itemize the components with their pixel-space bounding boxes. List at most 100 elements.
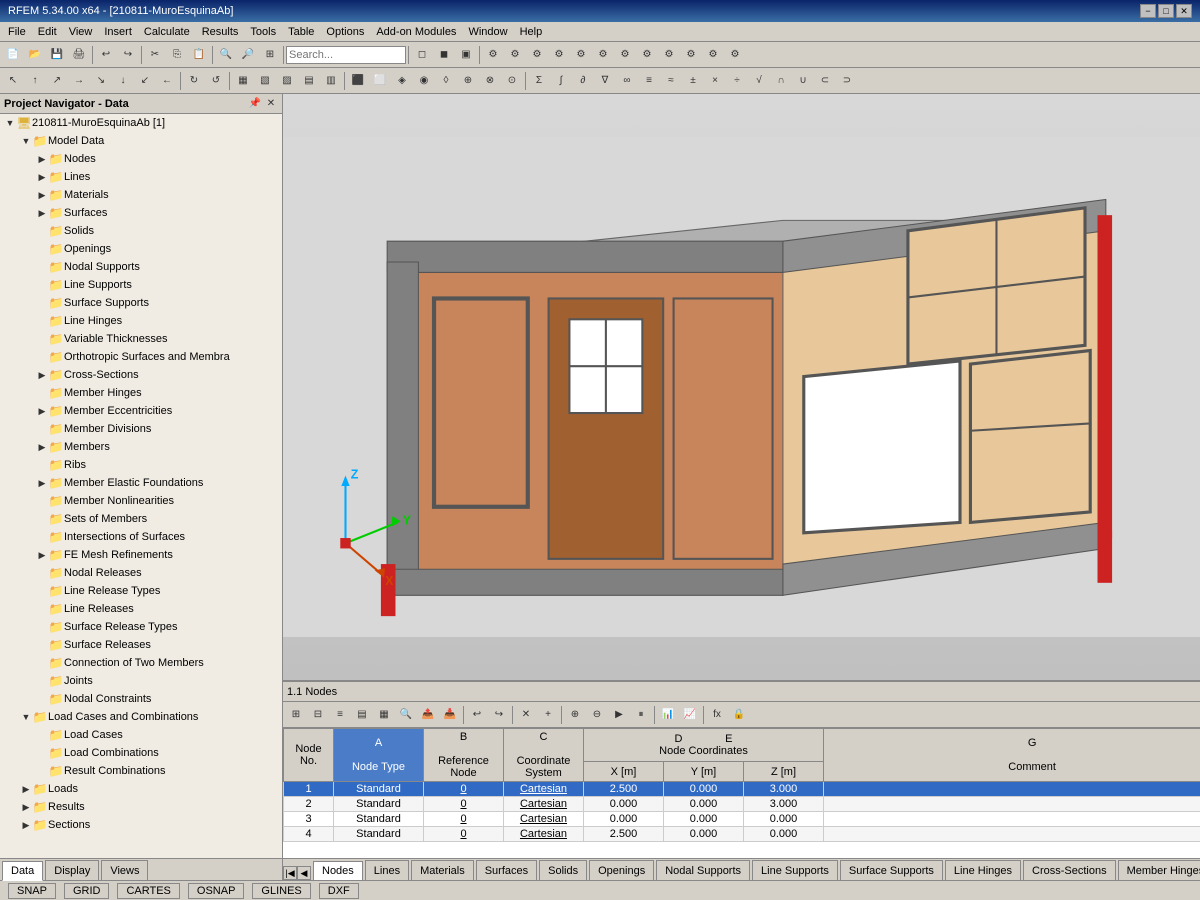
tb2-rotate2[interactable]: ↺ (205, 70, 227, 92)
viewport-3d[interactable]: Z Y X (283, 94, 1200, 680)
tb2-d8[interactable]: ⊙ (501, 70, 523, 92)
tb-b7[interactable]: ⚙ (614, 44, 636, 66)
tree-members[interactable]: ▶ 📁 Members (0, 438, 282, 456)
tree-ribs[interactable]: 📁 Ribs (0, 456, 282, 474)
tb2-b7[interactable]: ↙ (134, 70, 156, 92)
tt-b19[interactable]: fx (706, 704, 728, 726)
tb2-e5[interactable]: ∞ (616, 70, 638, 92)
tt-b2[interactable]: ⊟ (307, 704, 329, 726)
tb2-d3[interactable]: ◈ (391, 70, 413, 92)
tb-b11[interactable]: ⚙ (702, 44, 724, 66)
tt-b6[interactable]: 🔍 (395, 704, 417, 726)
status-osnap[interactable]: OSNAP (188, 883, 245, 899)
tree-openings[interactable]: 📁 Openings (0, 240, 282, 258)
tb-b4[interactable]: ⚙ (548, 44, 570, 66)
tt-b20[interactable]: 🔒 (728, 704, 750, 726)
tree-line-supports[interactable]: 📁 Line Supports (0, 276, 282, 294)
tb-open[interactable]: 📂 (24, 44, 46, 66)
tree-member-eccentricities[interactable]: ▶ 📁 Member Eccentricities (0, 402, 282, 420)
tree-line-releases[interactable]: 📁 Line Releases (0, 600, 282, 618)
tree-load-combos[interactable]: 📁 Load Combinations (0, 744, 282, 762)
menu-tools[interactable]: Tools (244, 24, 282, 40)
tree-connection-two-members[interactable]: 📁 Connection of Two Members (0, 654, 282, 672)
menu-edit[interactable]: Edit (32, 24, 63, 40)
tb-save[interactable]: 💾 (46, 44, 68, 66)
tab-views[interactable]: Views (101, 860, 148, 880)
tab-member-hinges[interactable]: Member Hinges (1118, 860, 1200, 880)
menu-view[interactable]: View (63, 24, 99, 40)
tree-root[interactable]: ▼ 🖥 210811-MuroEsquinaAb [1] (0, 114, 282, 132)
tb-b5[interactable]: ⚙ (570, 44, 592, 66)
tb-redo[interactable]: ↪ (117, 44, 139, 66)
tb-cut[interactable]: ✂ (144, 44, 166, 66)
tree-variable-thickness[interactable]: 📁 Variable Thicknesses (0, 330, 282, 348)
tb2-d7[interactable]: ⊗ (479, 70, 501, 92)
tab-nav-prev[interactable]: ◀ (297, 866, 311, 880)
tree-member-hinges[interactable]: 📁 Member Hinges (0, 384, 282, 402)
tt-b17[interactable]: 📊 (657, 704, 679, 726)
tb2-b3[interactable]: ↗ (46, 70, 68, 92)
tb2-e11[interactable]: √ (748, 70, 770, 92)
nav-pin-button[interactable]: 📌 (248, 97, 262, 111)
tree-joints[interactable]: 📁 Joints (0, 672, 282, 690)
tt-b3[interactable]: ≡ (329, 704, 351, 726)
tb2-b2[interactable]: ↑ (24, 70, 46, 92)
tt-b8[interactable]: 📥 (439, 704, 461, 726)
tb-zoom-in[interactable]: 🔍 (215, 44, 237, 66)
tb-view1[interactable]: ◻ (411, 44, 433, 66)
tb2-c3[interactable]: ▨ (276, 70, 298, 92)
tb-b2[interactable]: ⚙ (504, 44, 526, 66)
search-input[interactable] (286, 46, 406, 64)
tb2-e6[interactable]: ≡ (638, 70, 660, 92)
menu-help[interactable]: Help (514, 24, 549, 40)
tb2-c5[interactable]: ▥ (320, 70, 342, 92)
menu-results[interactable]: Results (196, 24, 245, 40)
tb2-e1[interactable]: Σ (528, 70, 550, 92)
tb2-e15[interactable]: ⊃ (836, 70, 858, 92)
tb2-e2[interactable]: ∫ (550, 70, 572, 92)
tb-print[interactable]: 🖨 (68, 44, 90, 66)
tb2-rotate1[interactable]: ↻ (183, 70, 205, 92)
tree-result-combos[interactable]: 📁 Result Combinations (0, 762, 282, 780)
tb2-b1[interactable]: ↖ (2, 70, 24, 92)
tree-surface-release-types[interactable]: 📁 Surface Release Types (0, 618, 282, 636)
tree-materials[interactable]: ▶ 📁 Materials (0, 186, 282, 204)
tab-display[interactable]: Display (45, 860, 99, 880)
tb2-e9[interactable]: × (704, 70, 726, 92)
tb2-c1[interactable]: ▦ (232, 70, 254, 92)
maximize-button[interactable]: □ (1158, 4, 1174, 18)
table-row[interactable]: 2 Standard 0 Cartesian 0.000 0.000 3.000 (284, 797, 1200, 812)
tb-undo[interactable]: ↩ (95, 44, 117, 66)
tree-model-data[interactable]: ▼ 📁 Model Data (0, 132, 282, 150)
tree-load-cases-combo[interactable]: ▼ 📁 Load Cases and Combinations (0, 708, 282, 726)
tt-b7[interactable]: 📤 (417, 704, 439, 726)
table-row[interactable]: 3 Standard 0 Cartesian 0.000 0.000 0.000 (284, 812, 1200, 827)
tree-member-divisions[interactable]: 📁 Member Divisions (0, 420, 282, 438)
tree-nodal-releases[interactable]: 📁 Nodal Releases (0, 564, 282, 582)
menu-window[interactable]: Window (462, 24, 513, 40)
tb2-c2[interactable]: ▧ (254, 70, 276, 92)
tt-b9[interactable]: ↩ (466, 704, 488, 726)
tb2-b8[interactable]: ← (156, 70, 178, 92)
tab-nav-first[interactable]: |◀ (283, 866, 297, 880)
tab-line-hinges[interactable]: Line Hinges (945, 860, 1021, 880)
tt-b11[interactable]: ✕ (515, 704, 537, 726)
tb2-e10[interactable]: ÷ (726, 70, 748, 92)
tree-fe-mesh[interactable]: ▶ 📁 FE Mesh Refinements (0, 546, 282, 564)
tb-b8[interactable]: ⚙ (636, 44, 658, 66)
tb-b10[interactable]: ⚙ (680, 44, 702, 66)
tb2-e14[interactable]: ⊂ (814, 70, 836, 92)
tb-zoom-out[interactable]: 🔎 (237, 44, 259, 66)
tree-sets-members[interactable]: 📁 Sets of Members (0, 510, 282, 528)
tree-nodal-supports[interactable]: 📁 Nodal Supports (0, 258, 282, 276)
tab-surface-supports[interactable]: Surface Supports (840, 860, 943, 880)
tb2-c4[interactable]: ▤ (298, 70, 320, 92)
tree-load-cases[interactable]: 📁 Load Cases (0, 726, 282, 744)
tree-nodes[interactable]: ▶ 📁 Nodes (0, 150, 282, 168)
tree-surfaces[interactable]: ▶ 📁 Surfaces (0, 204, 282, 222)
tb-copy[interactable]: ⎘ (166, 44, 188, 66)
tb2-b4[interactable]: → (68, 70, 90, 92)
tt-b13[interactable]: ⊕ (564, 704, 586, 726)
tt-b12[interactable]: + (537, 704, 559, 726)
tab-nodes[interactable]: Nodes (313, 861, 363, 880)
